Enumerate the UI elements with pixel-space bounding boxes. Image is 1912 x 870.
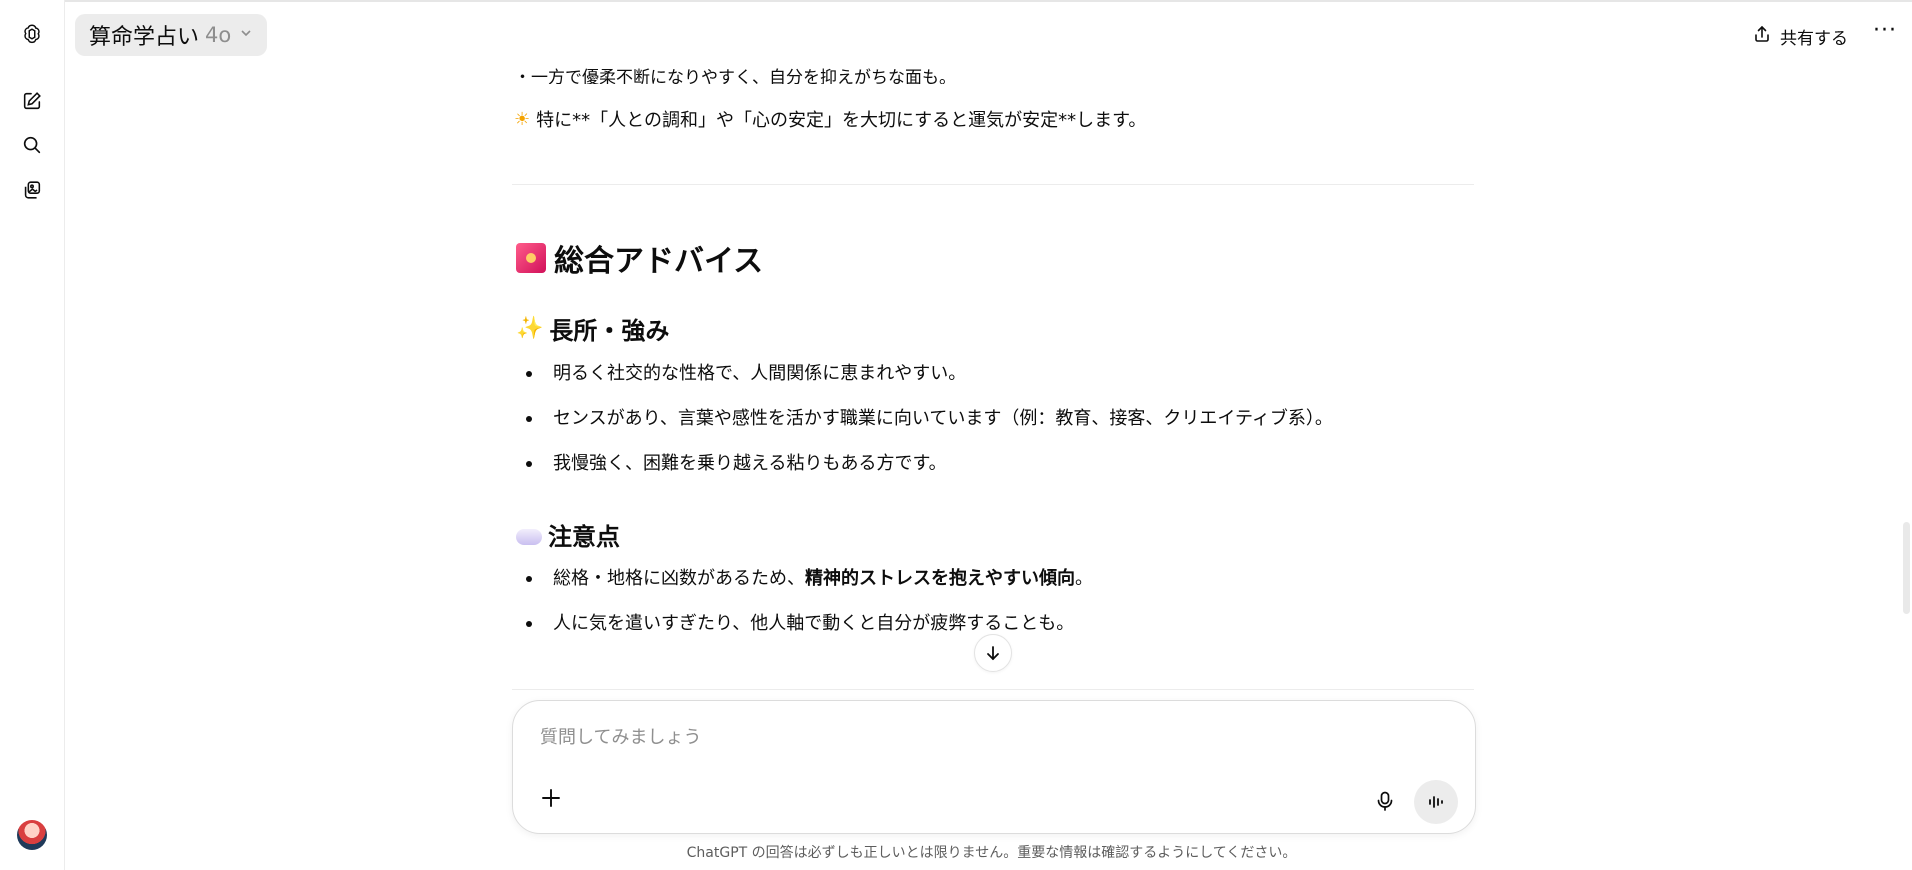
sparkles-icon: ✨ xyxy=(516,316,544,341)
arrow-down-icon xyxy=(987,646,999,661)
list-item: 人に気を遣いすぎたり、他人軸で動くと自分が疲弊することも。 xyxy=(516,612,1416,657)
strengths-heading: ✨ 長所・強み xyxy=(516,311,669,346)
section-title: 総合アドバイス xyxy=(554,244,764,279)
caution-text-end: 。 xyxy=(1075,568,1093,589)
sun-icon: ☀ xyxy=(514,108,531,130)
partial-text-line: ・一方で優柔不断になりやすく、自分を抑えがちな面も。 xyxy=(514,68,956,84)
new-chat-icon[interactable] xyxy=(16,85,48,117)
model-version: 4o xyxy=(205,23,232,47)
caution-bold-text: 精神的ストレスを抱えやすい傾向 xyxy=(805,568,1075,589)
strengths-list: 明るく社交的な性格で、人間関係に恵まれやすい。 センスがあり、言葉や感性を活かす… xyxy=(516,362,1416,497)
list-item: センスがあり、言葉や感性を活かす職業に向いています（例：教育、接客、クリエイティ… xyxy=(516,407,1416,452)
scroll-to-bottom-button[interactable] xyxy=(974,634,1012,672)
chat-title: 算命学占い xyxy=(89,25,200,50)
share-label: 共有する xyxy=(1780,28,1848,49)
red-envelope-icon xyxy=(516,243,546,273)
section-heading: 総合アドバイス xyxy=(516,236,763,280)
voice-mode-button[interactable] xyxy=(1414,780,1458,824)
cloud-icon xyxy=(516,528,542,545)
share-icon xyxy=(1752,24,1772,49)
highlight-text: 特に**「人との調和」や「心の安定」を大切にすると運気が安定**します。 xyxy=(536,110,1147,131)
more-options-icon[interactable]: ··· xyxy=(1873,18,1897,43)
library-icon[interactable] xyxy=(16,174,48,206)
cautions-list: 総格・地格に凶数があるため、精神的ストレスを抱えやすい傾向。 人に気を遣いすぎた… xyxy=(516,567,1416,657)
share-button[interactable]: 共有する xyxy=(1752,20,1848,52)
waveform-icon xyxy=(1429,796,1443,808)
divider xyxy=(512,184,1474,185)
chatgpt-logo-icon[interactable] xyxy=(16,18,48,50)
composer: 質問してみましょう xyxy=(512,700,1476,834)
list-item: 明るく社交的な性格で、人間関係に恵まれやすい。 xyxy=(516,362,1416,407)
sidebar-rail xyxy=(0,0,65,870)
caution-text: 総格・地格に凶数があるため、 xyxy=(553,568,805,589)
cautions-title: 注意点 xyxy=(548,523,620,551)
scrollbar[interactable] xyxy=(1903,522,1910,614)
strengths-title: 長所・強み xyxy=(549,317,670,345)
search-icon[interactable] xyxy=(16,129,48,161)
top-border xyxy=(0,0,1912,2)
model-selector[interactable]: 算命学占い 4o xyxy=(75,14,268,56)
microphone-icon[interactable] xyxy=(1369,785,1401,817)
list-item: 我慢強く、困難を乗り越える粘りもある方です。 xyxy=(516,452,1416,497)
highlight-paragraph: ☀ 特に**「人との調和」や「心の安定」を大切にすると運気が安定**します。 xyxy=(514,106,1146,132)
chevron-down-icon xyxy=(239,26,253,44)
cautions-heading: 注意点 xyxy=(516,517,620,552)
divider xyxy=(512,689,1474,690)
disclaimer: ChatGPT の回答は必ずしも正しいとは限りません。重要な情報は確認するように… xyxy=(686,845,1297,861)
list-item: 総格・地格に凶数があるため、精神的ストレスを抱えやすい傾向。 xyxy=(516,567,1416,612)
message-input[interactable]: 質問してみましょう xyxy=(540,723,701,749)
plus-icon[interactable] xyxy=(535,785,567,817)
